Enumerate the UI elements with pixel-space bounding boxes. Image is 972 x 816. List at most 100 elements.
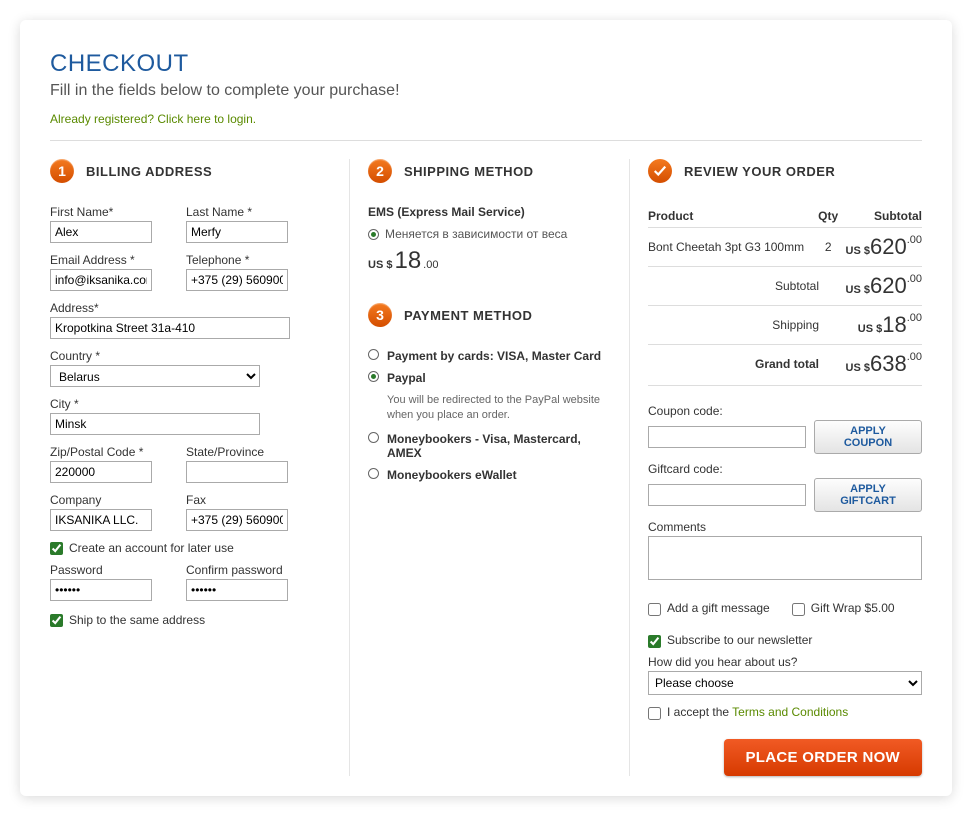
email-input[interactable] xyxy=(50,269,152,291)
billing-title: BILLING ADDRESS xyxy=(86,164,212,179)
shipping-title: SHIPPING METHOD xyxy=(404,164,534,179)
step-check-badge xyxy=(648,159,672,183)
last-name-label: Last Name * xyxy=(186,205,288,219)
item-name: Bont Cheetah 3pt G3 100mm xyxy=(648,228,817,267)
coupon-input[interactable] xyxy=(648,426,806,448)
review-title: REVIEW YOUR ORDER xyxy=(684,164,835,179)
shipping-method-name: EMS (Express Mail Service) xyxy=(368,205,611,219)
subtotal-label: Subtotal xyxy=(648,267,839,306)
giftcard-label: Giftcard code: xyxy=(648,462,922,476)
step-2-badge: 2 xyxy=(368,159,392,183)
first-name-input[interactable] xyxy=(50,221,152,243)
apply-giftcard-button[interactable]: APPLY GIFTCART xyxy=(814,478,922,512)
grand-main: 638 xyxy=(870,351,907,376)
fax-input[interactable] xyxy=(186,509,288,531)
confirm-password-input[interactable] xyxy=(186,579,288,601)
password-input[interactable] xyxy=(50,579,152,601)
ship-same-label: Ship to the same address xyxy=(69,613,205,627)
step-1-badge: 1 xyxy=(50,159,74,183)
country-select[interactable]: Belarus xyxy=(50,365,260,387)
th-subtotal: Subtotal xyxy=(839,205,922,228)
city-label: City * xyxy=(50,397,331,411)
item-sub-prefix: US $ xyxy=(846,245,870,257)
table-row: Bont Cheetah 3pt G3 100mm 2 US $620.00 xyxy=(648,228,922,267)
subtotal-prefix: US $ xyxy=(846,284,870,296)
ship-sum-main: 18 xyxy=(882,312,906,337)
ship-sum-prefix: US $ xyxy=(858,323,882,335)
subtotal-cents: .00 xyxy=(907,273,922,285)
address-input[interactable] xyxy=(50,317,290,339)
create-account-checkbox[interactable] xyxy=(50,542,63,555)
gift-message-checkbox[interactable] xyxy=(648,603,661,616)
hear-select[interactable]: Please choose xyxy=(648,671,922,695)
check-icon xyxy=(653,164,667,178)
zip-input[interactable] xyxy=(50,461,152,483)
hear-label: How did you hear about us? xyxy=(648,655,922,669)
shipping-method-desc: Меняется в зависимости от веса xyxy=(385,227,567,241)
th-product: Product xyxy=(648,205,817,228)
terms-checkbox[interactable] xyxy=(648,707,661,720)
item-sub-cents: .00 xyxy=(907,234,922,246)
state-input[interactable] xyxy=(186,461,288,483)
confirm-password-label: Confirm password xyxy=(186,563,288,577)
zip-label: Zip/Postal Code * xyxy=(50,445,152,459)
terms-link[interactable]: Terms and Conditions xyxy=(732,705,848,719)
shipping-price-main: 18 xyxy=(394,247,421,275)
company-label: Company xyxy=(50,493,152,507)
payment-label-mb2: Moneybookers eWallet xyxy=(387,468,517,482)
phone-input[interactable] xyxy=(186,269,288,291)
state-label: State/Province xyxy=(186,445,288,459)
gift-wrap-label: Gift Wrap $5.00 xyxy=(811,601,895,615)
login-link[interactable]: Already registered? Click here to login. xyxy=(50,112,922,126)
step-3-badge: 3 xyxy=(368,303,392,327)
giftcard-input[interactable] xyxy=(648,484,806,506)
payment-radio-mb1[interactable] xyxy=(368,432,379,443)
company-input[interactable] xyxy=(50,509,152,531)
phone-label: Telephone * xyxy=(186,253,288,267)
comments-textarea[interactable] xyxy=(648,536,922,580)
payment-title: PAYMENT METHOD xyxy=(404,308,532,323)
payment-radio-cards[interactable] xyxy=(368,349,379,360)
divider xyxy=(50,140,922,141)
newsletter-checkbox[interactable] xyxy=(648,635,661,648)
grand-cents: .00 xyxy=(907,351,922,363)
password-label: Password xyxy=(50,563,152,577)
apply-coupon-button[interactable]: APPLY COUPON xyxy=(814,420,922,454)
fax-label: Fax xyxy=(186,493,288,507)
shipping-sum-label: Shipping xyxy=(648,306,839,345)
last-name-input[interactable] xyxy=(186,221,288,243)
terms-label: I accept the Terms and Conditions xyxy=(667,705,848,719)
page-subtitle: Fill in the fields below to complete you… xyxy=(50,82,922,100)
coupon-label: Coupon code: xyxy=(648,404,922,418)
shipping-price-cents: .00 xyxy=(423,259,438,271)
payment-radio-mb2[interactable] xyxy=(368,468,379,479)
grand-label: Grand total xyxy=(648,345,839,384)
shipping-radio[interactable] xyxy=(368,229,379,240)
email-label: Email Address * xyxy=(50,253,152,267)
place-order-button[interactable]: PLACE ORDER NOW xyxy=(724,739,923,776)
payment-label-cards: Payment by cards: VISA, Master Card xyxy=(387,349,601,363)
payment-desc-paypal: You will be redirected to the PayPal web… xyxy=(387,393,611,424)
subtotal-main: 620 xyxy=(870,273,907,298)
gift-message-label: Add a gift message xyxy=(667,601,770,615)
ship-sum-cents: .00 xyxy=(907,312,922,324)
grand-prefix: US $ xyxy=(846,362,870,374)
divider xyxy=(648,385,922,386)
order-table: Product Qty Subtotal Bont Cheetah 3pt G3… xyxy=(648,205,922,383)
ship-same-checkbox[interactable] xyxy=(50,614,63,627)
payment-label-mb1: Moneybookers - Visa, Mastercard, AMEX xyxy=(387,432,611,460)
shipping-price-prefix: US $ xyxy=(368,259,392,271)
newsletter-label: Subscribe to our newsletter xyxy=(667,633,812,647)
gift-wrap-checkbox[interactable] xyxy=(792,603,805,616)
page-title: CHECKOUT xyxy=(50,50,922,78)
country-label: Country * xyxy=(50,349,331,363)
comments-label: Comments xyxy=(648,520,922,534)
payment-radio-paypal[interactable] xyxy=(368,371,379,382)
payment-label-paypal: Paypal xyxy=(387,371,426,385)
th-qty: Qty xyxy=(817,205,839,228)
city-input[interactable] xyxy=(50,413,260,435)
item-qty: 2 xyxy=(817,228,839,267)
address-label: Address* xyxy=(50,301,331,315)
create-account-label: Create an account for later use xyxy=(69,541,234,555)
first-name-label: First Name* xyxy=(50,205,152,219)
